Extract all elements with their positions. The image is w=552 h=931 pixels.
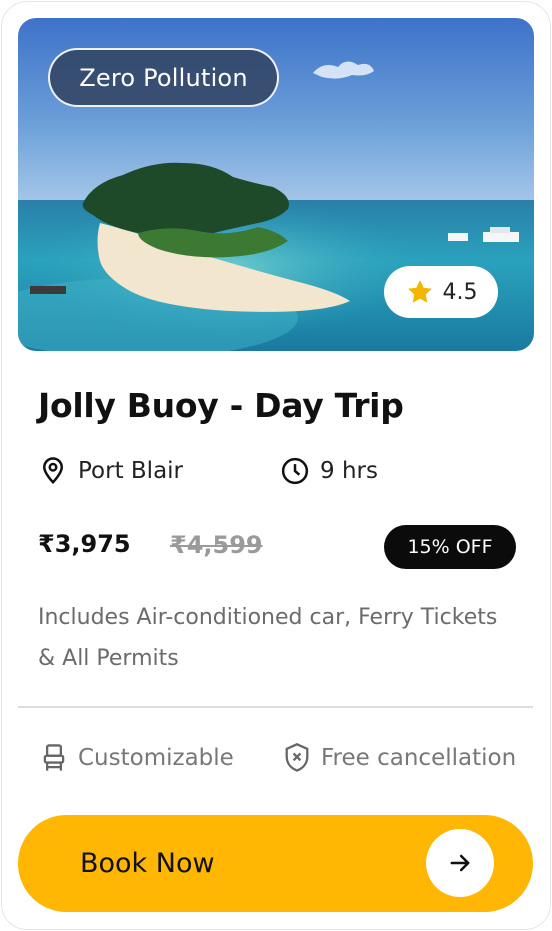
arrow-right-icon	[450, 854, 470, 872]
location: Port Blair	[38, 456, 183, 486]
star-icon	[407, 280, 432, 303]
original-price: ₹4,599	[170, 531, 263, 559]
rating-badge: 4.5	[384, 266, 498, 318]
customizable-label: Customizable	[78, 745, 234, 771]
location-label: Port Blair	[78, 458, 184, 484]
sofa-seat-icon	[43, 744, 65, 771]
tour-description: Includes Air-conditioned car, Ferry Tick…	[38, 605, 498, 671]
divider	[18, 706, 533, 708]
clock-icon	[281, 457, 309, 485]
rating-value: 4.5	[442, 279, 478, 305]
discount-badge: 15% OFF	[384, 525, 516, 569]
map-pin-icon	[42, 457, 64, 485]
arrow-circle[interactable]	[426, 829, 494, 897]
book-now-button[interactable]: Book Now	[18, 815, 533, 912]
customizable-feature: Customizable	[40, 742, 234, 774]
duration: 9 hrs	[280, 456, 378, 486]
tour-title: Jolly Buoy - Day Trip	[38, 386, 404, 425]
current-price: ₹3,975	[38, 530, 131, 558]
free-cancellation-label: Free cancellation	[321, 745, 517, 771]
shield-x-icon	[285, 743, 309, 772]
book-now-label: Book Now	[80, 848, 215, 879]
duration-label: 9 hrs	[320, 458, 378, 484]
free-cancellation-feature: Free cancellation	[283, 742, 516, 774]
zero-pollution-badge: Zero Pollution	[48, 48, 279, 107]
